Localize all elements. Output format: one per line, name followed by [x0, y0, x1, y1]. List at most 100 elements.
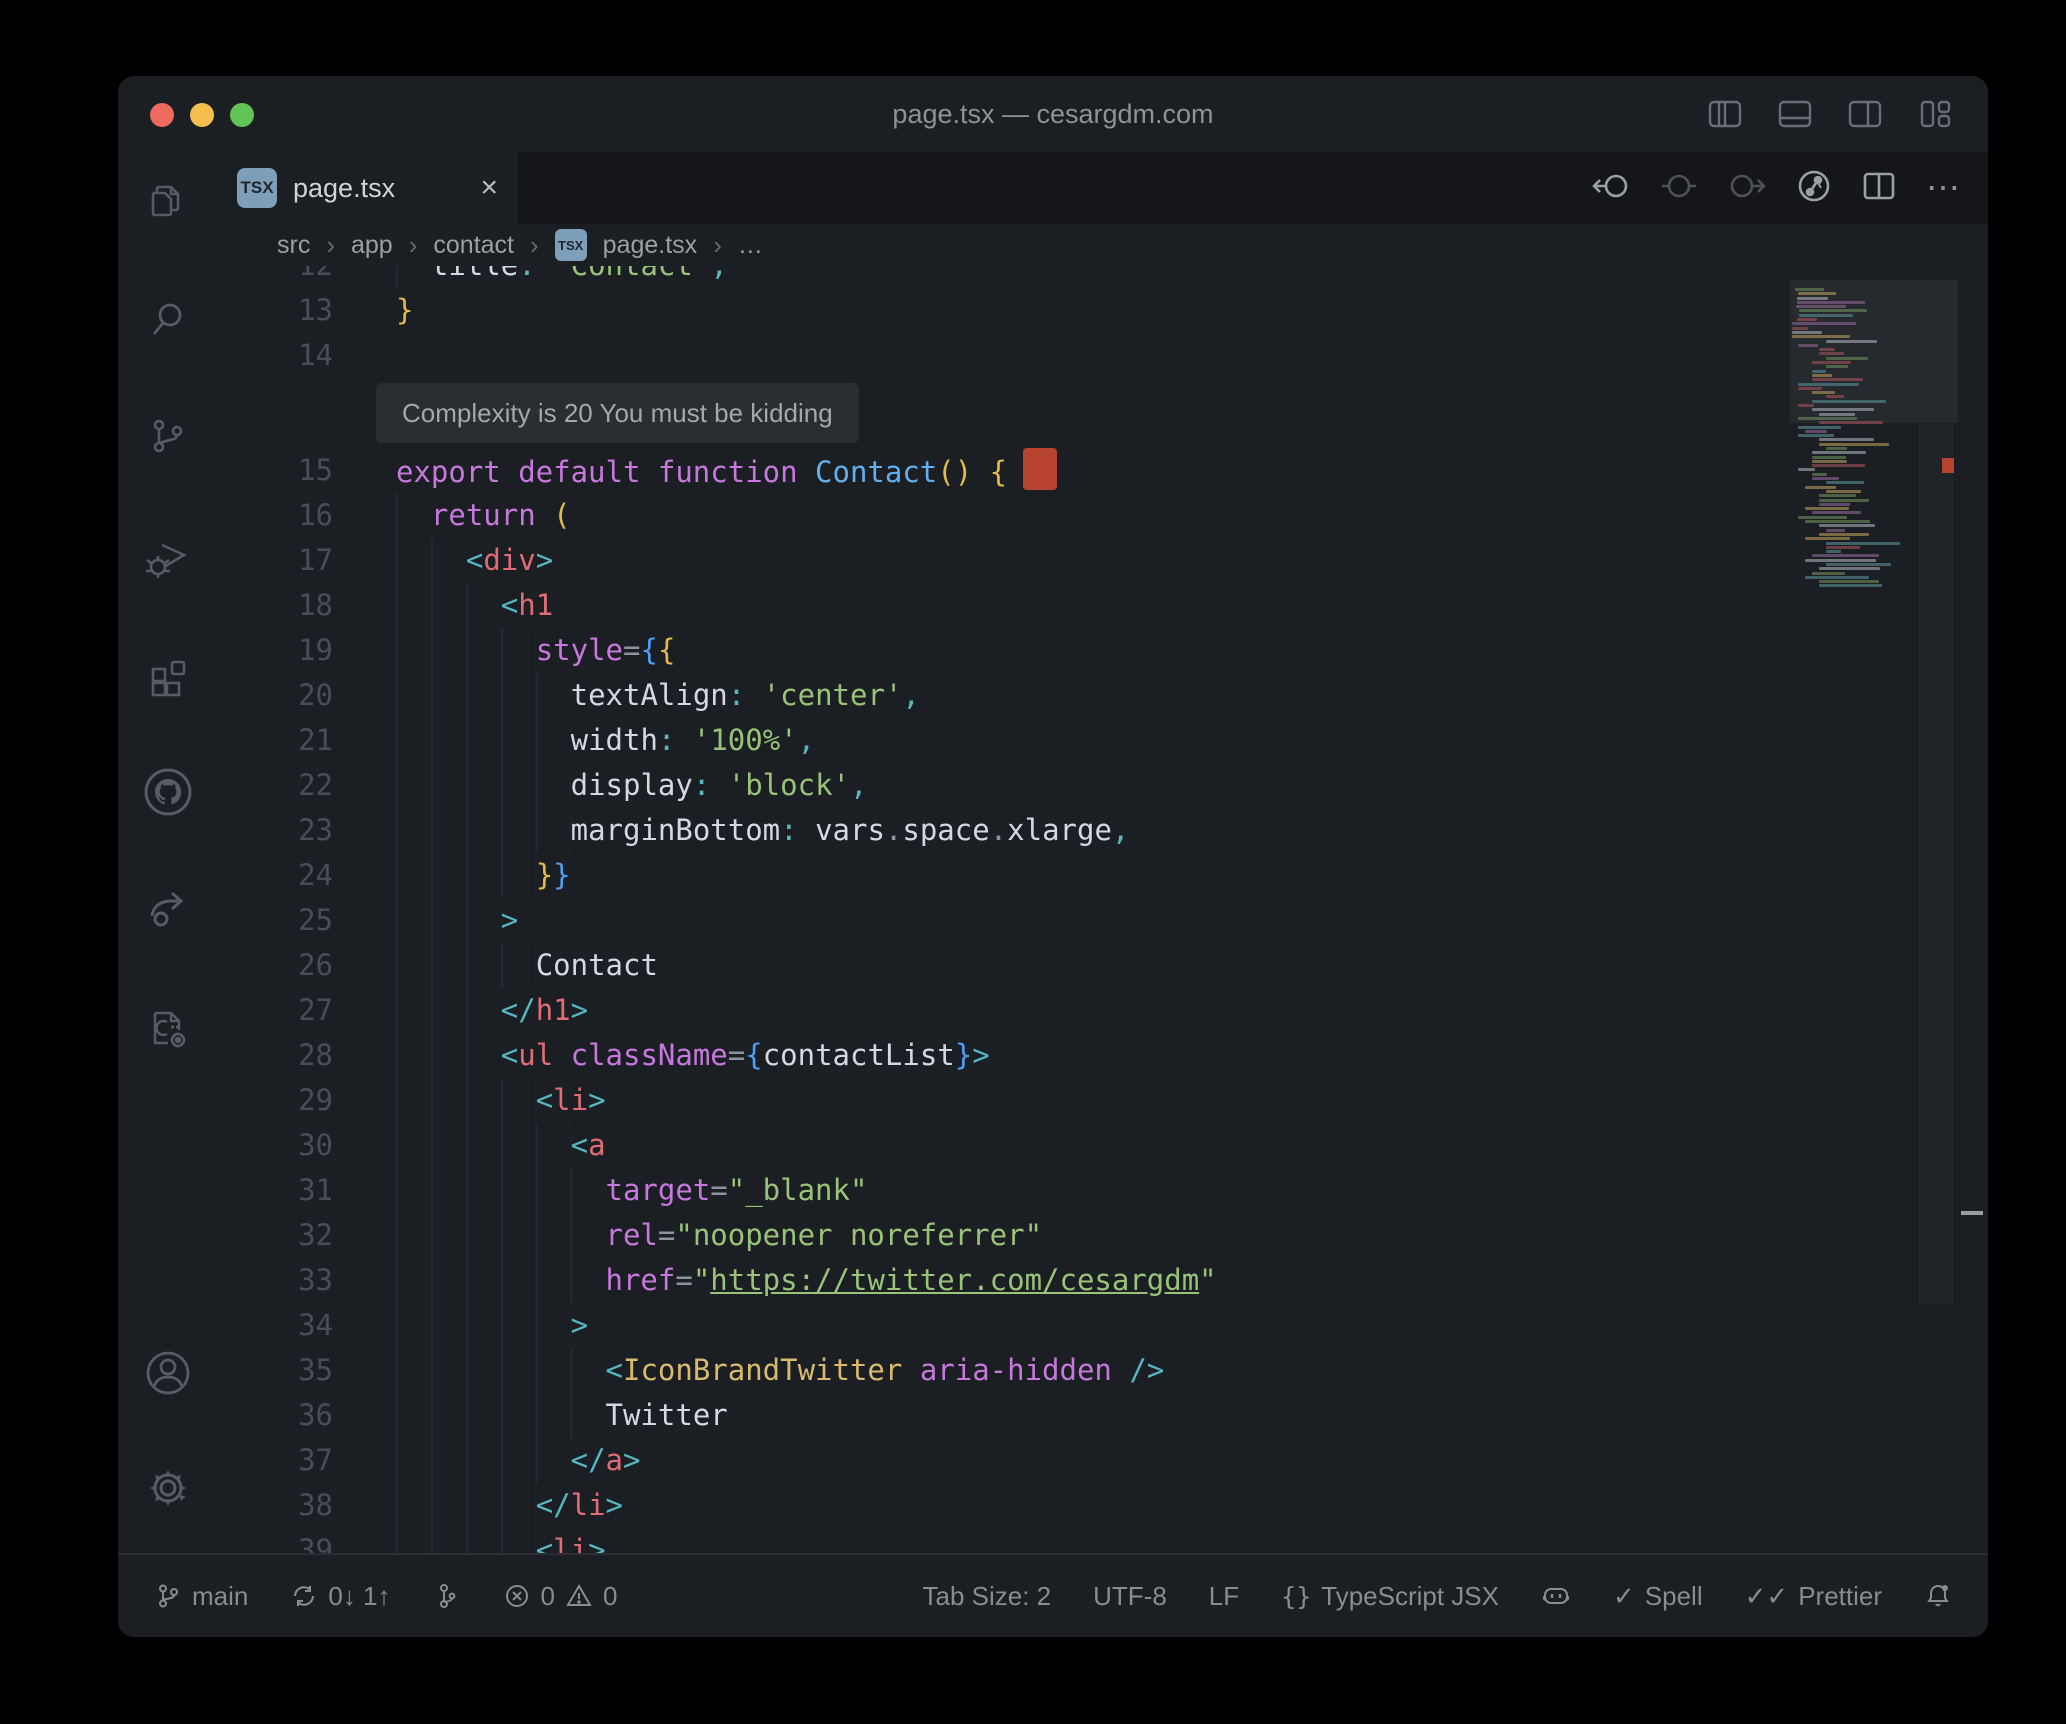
explorer-icon[interactable]	[145, 180, 191, 226]
breadcrumb-separator: ›	[530, 230, 539, 261]
code-line[interactable]: 25 >	[219, 898, 1988, 943]
spell-status[interactable]: ✓ Spell	[1613, 1581, 1703, 1612]
run-debug-icon[interactable]	[144, 533, 192, 581]
breadcrumb-separator: ›	[713, 230, 722, 261]
line-number: 20	[219, 673, 333, 718]
code-line[interactable]: 38 </li>	[219, 1483, 1988, 1528]
live-share-icon[interactable]	[144, 884, 192, 932]
code-line[interactable]: 23 marginBottom: vars.space.xlarge,	[219, 808, 1988, 853]
editor-group: TSX page.tsx ×	[218, 152, 1988, 1553]
code-line[interactable]: 21 width: '100%',	[219, 718, 1988, 763]
sync-status[interactable]: 0↓ 1↑	[290, 1581, 390, 1612]
line-number: 39	[219, 1528, 333, 1553]
customize-layout-icon[interactable]	[1918, 99, 1952, 129]
problems-status[interactable]: 0 0	[503, 1581, 618, 1612]
toggle-secondary-sidebar-icon[interactable]	[1848, 99, 1882, 129]
code-line[interactable]: 34 >	[219, 1303, 1988, 1348]
sync-counts: 0↓ 1↑	[328, 1581, 390, 1612]
code-line[interactable]: 30 <a	[219, 1123, 1988, 1168]
code-line[interactable]: 14	[219, 333, 1988, 378]
line-number: 19	[219, 628, 333, 673]
line-number: 14	[219, 333, 333, 378]
line-number: 18	[219, 583, 333, 628]
line-number: 29	[219, 1078, 333, 1123]
copilot-icon[interactable]	[1541, 1582, 1571, 1610]
code-line[interactable]: 39 <li>	[219, 1528, 1988, 1553]
line-number: 25	[219, 898, 333, 943]
code-line[interactable]: 20 textAlign: 'center',	[219, 673, 1988, 718]
code-line[interactable]: 24 }}	[219, 853, 1988, 898]
toggle-panel-icon[interactable]	[1778, 99, 1812, 129]
code-line[interactable]: 31 target="_blank"	[219, 1168, 1988, 1213]
line-number: 32	[219, 1213, 333, 1258]
more-actions-icon[interactable]: ⋯	[1926, 168, 1962, 208]
code-line[interactable]: 19 style={{	[219, 628, 1988, 673]
title-bar: page.tsx — cesargdm.com	[118, 76, 1988, 152]
github-icon[interactable]	[142, 766, 194, 818]
extensions-icon[interactable]	[145, 653, 191, 699]
warning-count: 0	[603, 1581, 617, 1612]
nav-dot-icon[interactable]	[1660, 171, 1698, 206]
line-number: 27	[219, 988, 333, 1033]
search-icon[interactable]	[145, 296, 191, 342]
code-editor[interactable]: 12 title: 'Contact',13}14Complexity is 2…	[219, 266, 1988, 1553]
scrollbar[interactable]	[1918, 424, 1954, 1304]
source-control-icon[interactable]	[145, 413, 191, 459]
branch-status[interactable]: main	[154, 1581, 248, 1612]
code-line[interactable]: 22 display: 'block',	[219, 763, 1988, 808]
breadcrumb-item[interactable]: contact	[433, 231, 514, 260]
breadcrumb[interactable]: src›app›contact›TSXpage.tsx›…	[219, 224, 1988, 266]
line-number: 23	[219, 808, 333, 853]
tab-bar: TSX page.tsx ×	[219, 152, 1988, 224]
code-runner-icon[interactable]	[145, 1005, 191, 1051]
code-lines: 12 title: 'Contact',13}14Complexity is 2…	[219, 266, 1988, 1553]
language-status[interactable]: {} TypeScript JSX	[1281, 1581, 1499, 1612]
code-line[interactable]: 17 <div>	[219, 538, 1988, 583]
account-icon[interactable]	[143, 1348, 193, 1398]
go-back-icon[interactable]	[1592, 171, 1630, 206]
settings-gear-icon[interactable]	[142, 1462, 194, 1514]
scrollbar-marker	[1961, 1211, 1983, 1215]
breadcrumb-more[interactable]: …	[738, 231, 763, 260]
breadcrumb-file[interactable]: page.tsx	[603, 231, 698, 260]
code-line[interactable]: 32 rel="noopener noreferrer"	[219, 1213, 1988, 1258]
code-line[interactable]: 13}	[219, 288, 1988, 333]
code-line[interactable]: 12 title: 'Contact',	[219, 266, 1988, 288]
minimap[interactable]	[1790, 264, 1988, 1553]
tab-size-status[interactable]: Tab Size: 2	[922, 1581, 1051, 1612]
timeline-run-icon[interactable]	[1796, 168, 1832, 209]
error-count: 0	[541, 1581, 555, 1612]
line-number: 13	[219, 288, 333, 333]
code-line[interactable]: 18 <h1	[219, 583, 1988, 628]
breadcrumb-item[interactable]: src	[277, 231, 310, 260]
status-bar: main 0↓ 1↑	[118, 1553, 1988, 1637]
code-line[interactable]: 28 <ul className={contactList}>	[219, 1033, 1988, 1078]
line-number: 17	[219, 538, 333, 583]
code-line[interactable]: 35 <IconBrandTwitter aria-hidden />	[219, 1348, 1988, 1393]
code-line[interactable]: 33 href="https://twitter.com/cesargdm"	[219, 1258, 1988, 1303]
line-number: 34	[219, 1303, 333, 1348]
go-forward-icon[interactable]	[1728, 171, 1766, 206]
line-number: 15	[219, 448, 333, 493]
prettier-status[interactable]: ✓✓ Prettier	[1745, 1581, 1882, 1612]
code-line[interactable]: 16 return (	[219, 493, 1988, 538]
tsx-file-icon: TSX	[555, 229, 587, 261]
spell-label: Spell	[1645, 1581, 1703, 1612]
prettier-label: Prettier	[1798, 1581, 1882, 1612]
code-line[interactable]: 37 </a>	[219, 1438, 1988, 1483]
notifications-bell-icon[interactable]	[1924, 1582, 1952, 1610]
encoding-status[interactable]: UTF-8	[1093, 1581, 1167, 1612]
code-line[interactable]: 27 </h1>	[219, 988, 1988, 1033]
code-line[interactable]: 15export default function Contact() {	[219, 448, 1988, 493]
line-number: 22	[219, 763, 333, 808]
split-editor-icon[interactable]	[1862, 171, 1896, 206]
toggle-primary-sidebar-icon[interactable]	[1708, 99, 1742, 129]
code-line[interactable]: 36 Twitter	[219, 1393, 1988, 1438]
commit-graph-icon[interactable]	[433, 1582, 461, 1610]
breadcrumb-item[interactable]: app	[351, 231, 393, 260]
code-line[interactable]: 26 Contact	[219, 943, 1988, 988]
tab-close-icon[interactable]: ×	[480, 171, 498, 205]
code-line[interactable]: 29 <li>	[219, 1078, 1988, 1123]
tab-page-tsx[interactable]: TSX page.tsx ×	[219, 152, 519, 224]
eol-status[interactable]: LF	[1209, 1581, 1239, 1612]
